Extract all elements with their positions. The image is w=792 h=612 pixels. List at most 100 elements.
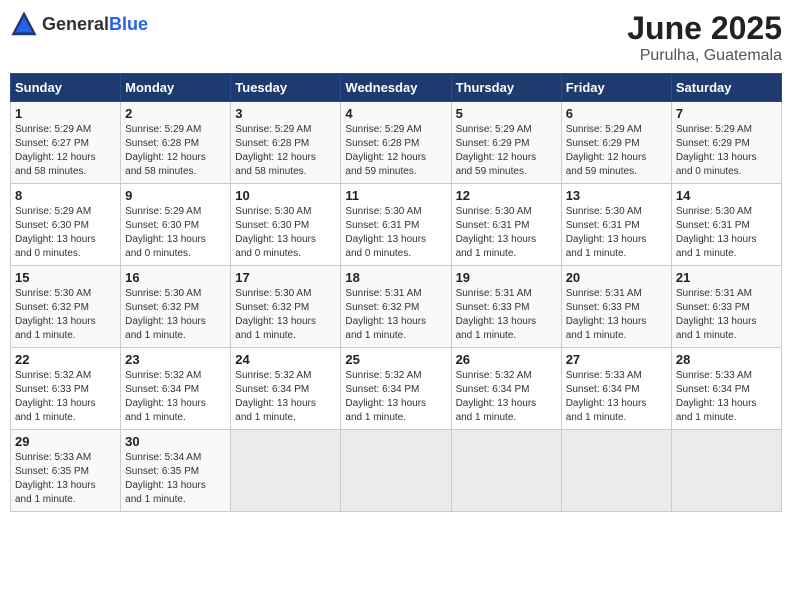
calendar-cell: 19Sunrise: 5:31 AM Sunset: 6:33 PM Dayli… bbox=[451, 266, 561, 348]
calendar-week-3: 15 Sunrise: 5:30 AM Sunset: 6:32 PM Dayli… bbox=[11, 266, 782, 348]
day-number: 6 bbox=[566, 106, 667, 121]
calendar-cell: 17 Sunrise: 5:30 AM Sunset: 6:32 PM Dayli… bbox=[231, 266, 341, 348]
calendar-cell: 11Sunrise: 5:30 AM Sunset: 6:31 PM Dayli… bbox=[341, 184, 451, 266]
day-info: Sunrise: 5:30 AM Sunset: 6:32 PM Dayligh… bbox=[125, 287, 226, 343]
day-number: 27 bbox=[566, 352, 667, 367]
calendar-cell: 24 Sunrise: 5:32 AM Sunset: 6:34 PM Dayli… bbox=[231, 348, 341, 430]
day-number: 20 bbox=[566, 270, 667, 285]
calendar-cell: 22 Sunrise: 5:32 AM Sunset: 6:33 PM Dayli… bbox=[11, 348, 121, 430]
day-info: Sunrise: 5:30 AM Sunset: 6:30 PM Dayligh… bbox=[235, 205, 336, 261]
calendar-cell bbox=[231, 430, 341, 512]
calendar-cell bbox=[671, 430, 781, 512]
day-info: Sunrise: 5:30 AM Sunset: 6:31 PM Dayligh… bbox=[676, 205, 777, 261]
calendar-cell: 9 Sunrise: 5:29 AM Sunset: 6:30 PM Daylig… bbox=[121, 184, 231, 266]
day-number: 23 bbox=[125, 352, 226, 367]
calendar-cell bbox=[341, 430, 451, 512]
calendar-cell: 29 Sunrise: 5:33 AM Sunset: 6:35 PM Dayli… bbox=[11, 430, 121, 512]
day-number: 10 bbox=[235, 188, 336, 203]
day-info: Sunrise: 5:33 AM Sunset: 6:34 PM Dayligh… bbox=[676, 369, 777, 425]
calendar-cell: 10 Sunrise: 5:30 AM Sunset: 6:30 PM Dayli… bbox=[231, 184, 341, 266]
day-number: 16 bbox=[125, 270, 226, 285]
day-number: 29 bbox=[15, 434, 116, 449]
calendar-cell: 3 Sunrise: 5:29 AM Sunset: 6:28 PM Daylig… bbox=[231, 102, 341, 184]
day-info: Sunrise: 5:32 AM Sunset: 6:33 PM Dayligh… bbox=[15, 369, 116, 425]
day-number: 18 bbox=[345, 270, 446, 285]
day-info: Sunrise: 5:29 AM Sunset: 6:29 PM Dayligh… bbox=[456, 123, 557, 179]
calendar-cell: 5Sunrise: 5:29 AM Sunset: 6:29 PM Daylig… bbox=[451, 102, 561, 184]
day-info: Sunrise: 5:30 AM Sunset: 6:31 PM Dayligh… bbox=[456, 205, 557, 261]
calendar-cell: 23Sunrise: 5:32 AM Sunset: 6:34 PM Dayli… bbox=[121, 348, 231, 430]
day-info: Sunrise: 5:33 AM Sunset: 6:35 PM Dayligh… bbox=[15, 451, 116, 507]
calendar-cell: 20 Sunrise: 5:31 AM Sunset: 6:33 PM Dayli… bbox=[561, 266, 671, 348]
day-number: 1 bbox=[15, 106, 116, 121]
day-info: Sunrise: 5:31 AM Sunset: 6:33 PM Dayligh… bbox=[456, 287, 557, 343]
day-info: Sunrise: 5:29 AM Sunset: 6:27 PM Dayligh… bbox=[15, 123, 116, 179]
day-info: Sunrise: 5:29 AM Sunset: 6:29 PM Dayligh… bbox=[676, 123, 777, 179]
subtitle: Purulha, Guatemala bbox=[627, 47, 782, 65]
calendar-cell: 27 Sunrise: 5:33 AM Sunset: 6:34 PM Dayli… bbox=[561, 348, 671, 430]
calendar-cell bbox=[451, 430, 561, 512]
calendar-cell: 25Sunrise: 5:32 AM Sunset: 6:34 PM Dayli… bbox=[341, 348, 451, 430]
logo-blue: Blue bbox=[109, 14, 148, 34]
day-info: Sunrise: 5:29 AM Sunset: 6:28 PM Dayligh… bbox=[235, 123, 336, 179]
calendar-cell: 28 Sunrise: 5:33 AM Sunset: 6:34 PM Dayli… bbox=[671, 348, 781, 430]
header: GeneralBlue June 2025 Purulha, Guatemala bbox=[10, 10, 782, 65]
calendar-cell: 7 Sunrise: 5:29 AM Sunset: 6:29 PM Daylig… bbox=[671, 102, 781, 184]
day-info: Sunrise: 5:29 AM Sunset: 6:30 PM Dayligh… bbox=[125, 205, 226, 261]
calendar-header-row: SundayMondayTuesdayWednesdayThursdayFrid… bbox=[11, 74, 782, 102]
day-number: 13 bbox=[566, 188, 667, 203]
calendar-cell: 26Sunrise: 5:32 AM Sunset: 6:34 PM Dayli… bbox=[451, 348, 561, 430]
calendar-week-1: 1 Sunrise: 5:29 AM Sunset: 6:27 PM Daylig… bbox=[11, 102, 782, 184]
day-number: 15 bbox=[15, 270, 116, 285]
calendar-cell: 18 Sunrise: 5:31 AM Sunset: 6:32 PM Dayli… bbox=[341, 266, 451, 348]
day-number: 8 bbox=[15, 188, 116, 203]
day-number: 9 bbox=[125, 188, 226, 203]
day-number: 24 bbox=[235, 352, 336, 367]
day-number: 17 bbox=[235, 270, 336, 285]
calendar-cell: 8 Sunrise: 5:29 AM Sunset: 6:30 PM Daylig… bbox=[11, 184, 121, 266]
calendar-cell: 6Sunrise: 5:29 AM Sunset: 6:29 PM Daylig… bbox=[561, 102, 671, 184]
calendar-cell: 15 Sunrise: 5:30 AM Sunset: 6:32 PM Dayli… bbox=[11, 266, 121, 348]
day-number: 30 bbox=[125, 434, 226, 449]
day-info: Sunrise: 5:33 AM Sunset: 6:34 PM Dayligh… bbox=[566, 369, 667, 425]
day-number: 26 bbox=[456, 352, 557, 367]
calendar-cell: 13Sunrise: 5:30 AM Sunset: 6:31 PM Dayli… bbox=[561, 184, 671, 266]
day-info: Sunrise: 5:32 AM Sunset: 6:34 PM Dayligh… bbox=[235, 369, 336, 425]
day-number: 4 bbox=[345, 106, 446, 121]
logo-icon bbox=[10, 10, 38, 38]
calendar-cell: 16 Sunrise: 5:30 AM Sunset: 6:32 PM Dayli… bbox=[121, 266, 231, 348]
calendar-cell bbox=[561, 430, 671, 512]
title-area: June 2025 Purulha, Guatemala bbox=[627, 10, 782, 65]
logo-general: General bbox=[42, 14, 109, 34]
calendar: SundayMondayTuesdayWednesdayThursdayFrid… bbox=[10, 73, 782, 512]
day-number: 22 bbox=[15, 352, 116, 367]
day-number: 28 bbox=[676, 352, 777, 367]
calendar-cell: 4Sunrise: 5:29 AM Sunset: 6:28 PM Daylig… bbox=[341, 102, 451, 184]
calendar-week-2: 8 Sunrise: 5:29 AM Sunset: 6:30 PM Daylig… bbox=[11, 184, 782, 266]
day-number: 12 bbox=[456, 188, 557, 203]
day-info: Sunrise: 5:29 AM Sunset: 6:30 PM Dayligh… bbox=[15, 205, 116, 261]
day-number: 21 bbox=[676, 270, 777, 285]
day-info: Sunrise: 5:30 AM Sunset: 6:32 PM Dayligh… bbox=[15, 287, 116, 343]
day-info: Sunrise: 5:31 AM Sunset: 6:33 PM Dayligh… bbox=[566, 287, 667, 343]
day-number: 14 bbox=[676, 188, 777, 203]
calendar-cell: 1 Sunrise: 5:29 AM Sunset: 6:27 PM Daylig… bbox=[11, 102, 121, 184]
day-info: Sunrise: 5:31 AM Sunset: 6:32 PM Dayligh… bbox=[345, 287, 446, 343]
day-number: 3 bbox=[235, 106, 336, 121]
calendar-header-tuesday: Tuesday bbox=[231, 74, 341, 102]
calendar-cell: 30 Sunrise: 5:34 AM Sunset: 6:35 PM Dayli… bbox=[121, 430, 231, 512]
day-info: Sunrise: 5:30 AM Sunset: 6:32 PM Dayligh… bbox=[235, 287, 336, 343]
day-info: Sunrise: 5:31 AM Sunset: 6:33 PM Dayligh… bbox=[676, 287, 777, 343]
day-number: 7 bbox=[676, 106, 777, 121]
calendar-cell: 14 Sunrise: 5:30 AM Sunset: 6:31 PM Dayli… bbox=[671, 184, 781, 266]
day-number: 11 bbox=[345, 188, 446, 203]
calendar-header-sunday: Sunday bbox=[11, 74, 121, 102]
calendar-week-5: 29 Sunrise: 5:33 AM Sunset: 6:35 PM Dayli… bbox=[11, 430, 782, 512]
page: GeneralBlue June 2025 Purulha, Guatemala… bbox=[10, 10, 782, 512]
calendar-header-saturday: Saturday bbox=[671, 74, 781, 102]
calendar-header-wednesday: Wednesday bbox=[341, 74, 451, 102]
day-info: Sunrise: 5:34 AM Sunset: 6:35 PM Dayligh… bbox=[125, 451, 226, 507]
calendar-week-4: 22 Sunrise: 5:32 AM Sunset: 6:33 PM Dayli… bbox=[11, 348, 782, 430]
logo: GeneralBlue bbox=[10, 10, 148, 38]
main-title: June 2025 bbox=[627, 10, 782, 47]
